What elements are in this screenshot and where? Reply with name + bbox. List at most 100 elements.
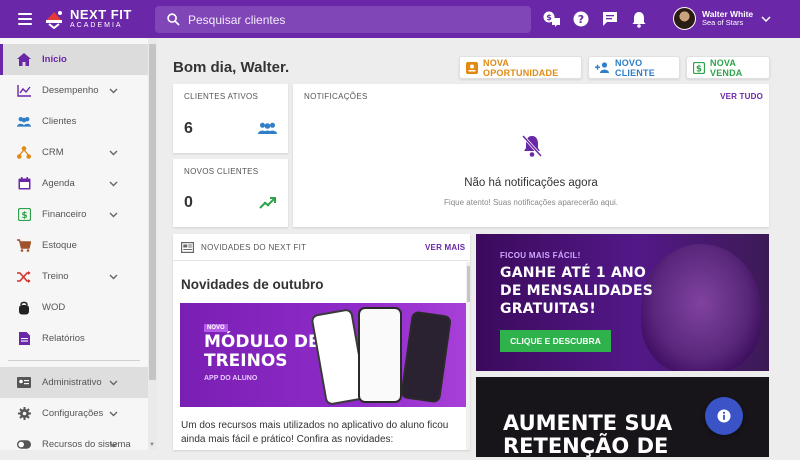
clique-e-descubra-button[interactable]: CLIQUE E DESCUBRA — [500, 330, 611, 352]
svg-text:$: $ — [21, 211, 27, 221]
chevron-down-icon — [761, 15, 771, 22]
hierarchy-icon — [17, 146, 31, 160]
clientes-ativos-card[interactable]: CLIENTES ATIVOS 6 — [173, 84, 288, 153]
promo-headline: GANHE ATÉ 1 ANO DE MENSALIDADES GRATUITA… — [500, 265, 654, 317]
info-icon — [717, 409, 731, 423]
help-icon[interactable]: ? — [572, 10, 590, 28]
logo[interactable]: NEXT FIT ACADEMIA — [44, 8, 132, 29]
scroll-down-icon[interactable]: ▼ — [149, 442, 155, 448]
button-label: NOVA OPORTUNIDADE — [483, 57, 559, 78]
chevron-down-icon — [109, 181, 118, 186]
gear-icon — [17, 407, 31, 421]
bell-off-icon — [521, 134, 543, 158]
novidades-card: NOVIDADES DO NEXT FIT VER MAIS Novidades… — [173, 234, 470, 450]
sidebar-item-label: Treino — [42, 271, 69, 282]
card-title: NOVIDADES DO NEXT FIT — [201, 243, 307, 252]
card-title: CLIENTES ATIVOS — [184, 92, 259, 101]
avatar — [673, 7, 696, 30]
scrollbar-thumb[interactable] — [467, 266, 470, 302]
top-bar: NEXT FIT ACADEMIA $ ? Walter White Sea o… — [0, 0, 800, 38]
money-icon: $ — [17, 208, 31, 222]
sidebar-item-crm[interactable]: CRM — [0, 137, 148, 168]
clientes-ativos-count: 6 — [184, 120, 193, 137]
button-label: NOVO CLIENTE — [615, 57, 655, 78]
opportunity-icon — [466, 61, 478, 74]
search-input[interactable] — [188, 12, 508, 27]
sidebar-item-desempenho[interactable]: Desempenho — [0, 75, 148, 106]
cart-icon — [17, 239, 31, 253]
promo-tag: FICOU MAIS FÁCIL! — [500, 251, 581, 260]
banner-title: MÓDULO DE TREINOS — [204, 332, 320, 371]
id-card-icon — [17, 376, 31, 390]
card-title: NOVOS CLIENTES — [184, 167, 259, 176]
sidebar-item-estoque[interactable]: Estoque — [0, 230, 148, 261]
sidebar-scrollbar[interactable]: ▼ — [148, 38, 157, 450]
card-title: NOTIFICAÇÕES — [304, 92, 368, 101]
home-icon — [17, 53, 31, 67]
search-icon — [167, 13, 180, 26]
menu-icon[interactable] — [18, 13, 32, 25]
notificacoes-card: NOTIFICAÇÕES VER TUDO Não há notificaçõe… — [293, 84, 769, 227]
svg-text:?: ? — [578, 13, 584, 26]
svg-text:$: $ — [696, 64, 702, 74]
news-banner[interactable]: NOVO MÓDULO DE TREINOS APP DO ALUNO — [180, 303, 467, 407]
novos-clientes-count: 0 — [184, 194, 193, 211]
scrollbar-thumb[interactable] — [149, 44, 156, 380]
sidebar-item-administrativo[interactable]: Administrativo — [0, 367, 148, 398]
sidebar-item-label: Financeiro — [42, 209, 87, 220]
money-icon: $ — [693, 61, 705, 74]
user-subtitle: Sea of Stars — [702, 18, 744, 28]
promo-headline: AUMENTE SUA RETENÇÃO DE — [503, 411, 673, 458]
sidebar-item-label: Relatórios — [42, 333, 85, 344]
sidebar-item-agenda[interactable]: Agenda — [0, 168, 148, 199]
trending-up-icon — [259, 197, 276, 209]
logo-subtitle: ACADEMIA — [70, 22, 123, 29]
phone-mockup — [400, 310, 452, 404]
ver-mais-link[interactable]: VER MAIS — [425, 243, 465, 252]
sidebar-item-label: Clientes — [42, 116, 77, 127]
info-button[interactable] — [705, 397, 743, 435]
chevron-down-icon — [109, 380, 118, 385]
empty-state-title: Não há notificações agora — [464, 177, 598, 189]
promo-banner[interactable]: FICOU MAIS FÁCIL! GANHE ATÉ 1 ANO DE MEN… — [476, 234, 769, 371]
logo-icon — [44, 9, 64, 29]
novo-cliente-button[interactable]: NOVO CLIENTE — [588, 56, 680, 79]
banner-subtitle: APP DO ALUNO — [204, 375, 258, 382]
novos-clientes-card[interactable]: NOVOS CLIENTES 0 — [173, 159, 288, 227]
chevron-down-icon — [109, 150, 118, 155]
sidebar-item-recursos[interactable]: Recursos do sistema — [0, 429, 148, 460]
toggle-icon — [17, 438, 31, 452]
sidebar-item-configuracoes[interactable]: Configurações — [0, 398, 148, 429]
currency-chat-icon[interactable]: $ — [543, 10, 561, 28]
page-title: Bom dia, Walter. — [173, 59, 290, 76]
shuffle-icon — [17, 270, 31, 284]
people-icon — [258, 122, 277, 134]
message-icon[interactable] — [601, 10, 619, 28]
sidebar-item-label: Início — [42, 54, 67, 65]
sidebar-item-inicio[interactable]: Início — [0, 44, 148, 75]
sidebar-item-label: WOD — [42, 302, 66, 313]
sidebar-item-financeiro[interactable]: $ Financeiro — [0, 199, 148, 230]
people-icon — [17, 115, 31, 129]
add-person-icon — [595, 62, 610, 73]
nova-venda-button[interactable]: $ NOVA VENDA — [686, 56, 770, 79]
banner-tag: NOVO — [204, 324, 228, 332]
sidebar-item-label: Configurações — [42, 408, 104, 419]
sidebar-item-label: Estoque — [42, 240, 77, 251]
empty-state-subtitle: Fique atento! Suas notificações aparecer… — [444, 198, 618, 207]
sidebar-item-clientes[interactable]: Clientes — [0, 106, 148, 137]
sidebar-item-treino[interactable]: Treino — [0, 261, 148, 292]
sidebar-item-wod[interactable]: WOD — [0, 292, 148, 323]
user-menu[interactable]: Walter White Sea of Stars — [673, 7, 771, 30]
chevron-down-icon — [109, 212, 118, 217]
sidebar-item-relatorios[interactable]: Relatórios — [0, 323, 148, 354]
phone-mockup — [358, 307, 402, 403]
nova-oportunidade-button[interactable]: NOVA OPORTUNIDADE — [459, 56, 582, 79]
bell-icon[interactable] — [630, 10, 648, 28]
search-bar[interactable] — [155, 6, 531, 33]
chevron-down-icon — [109, 274, 118, 279]
news-scrollbar[interactable] — [466, 262, 470, 450]
chevron-down-icon — [109, 88, 118, 93]
ver-tudo-link[interactable]: VER TUDO — [720, 92, 763, 101]
calendar-icon — [17, 177, 31, 191]
